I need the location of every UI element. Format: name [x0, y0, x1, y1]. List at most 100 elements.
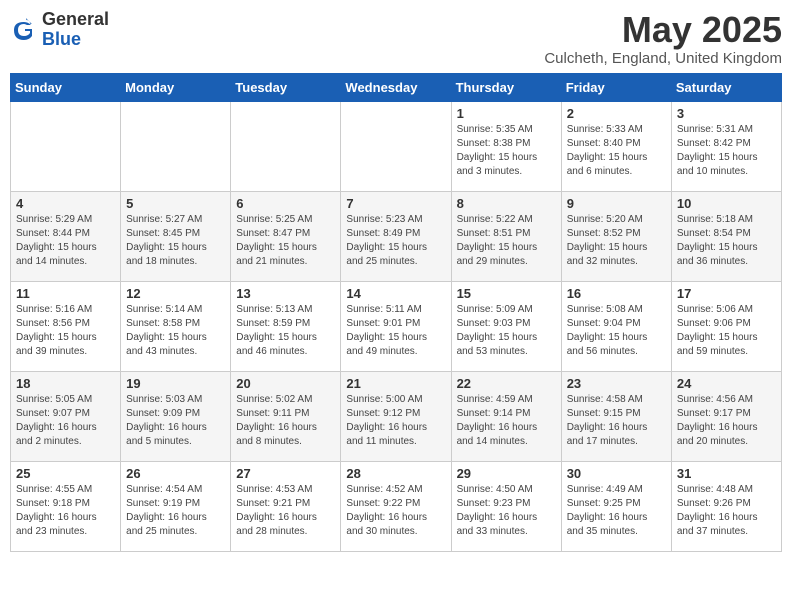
- calendar-cell: 19 Sunrise: 5:03 AM Sunset: 9:09 PM Dayli…: [121, 371, 231, 461]
- day-number: 14: [346, 286, 445, 301]
- page-header: General Blue May 2025 Culcheth, England,…: [10, 10, 782, 67]
- day-info: Sunrise: 5:06 AM Sunset: 9:06 PM Dayligh…: [677, 303, 776, 359]
- calendar-cell: 5Sunrise: 5:27 AM Sunset: 8:45 PM Daylig…: [121, 191, 231, 281]
- calendar-cell: 22 Sunrise: 4:59 AM Sunset: 9:14 PM Dayli…: [451, 371, 561, 461]
- day-number: 16: [567, 286, 666, 301]
- calendar-cell: [121, 101, 231, 191]
- day-info: Sunrise: 4:49 AM Sunset: 9:25 PM Dayligh…: [567, 483, 666, 539]
- day-number: 17: [677, 286, 776, 301]
- day-info: Sunrise: 5:22 AM Sunset: 8:51 PM Dayligh…: [457, 213, 556, 269]
- day-number: 12: [126, 286, 225, 301]
- day-number: 4: [16, 196, 115, 211]
- calendar-cell: 15 Sunrise: 5:09 AM Sunset: 9:03 PM Dayli…: [451, 281, 561, 371]
- calendar-cell: 2 Sunrise: 5:33 AM Sunset: 8:40 PM Daylig…: [561, 101, 671, 191]
- day-number: 31: [677, 466, 776, 481]
- calendar-cell: 12 Sunrise: 5:14 AM Sunset: 8:58 PM Dayli…: [121, 281, 231, 371]
- calendar-cell: 20Sunrise: 5:02 AM Sunset: 9:11 PM Dayli…: [231, 371, 341, 461]
- calendar-week-row: 1 Sunrise: 5:35 AM Sunset: 8:38 PM Daylig…: [11, 101, 782, 191]
- day-number: 1: [457, 106, 556, 121]
- day-number: 2: [567, 106, 666, 121]
- calendar-cell: 7Sunrise: 5:23 AM Sunset: 8:49 PM Daylig…: [341, 191, 451, 281]
- logo: General Blue: [10, 10, 109, 50]
- day-info: Sunrise: 5:05 AM Sunset: 9:07 PM Dayligh…: [16, 393, 115, 449]
- weekday-header-sunday: Sunday: [11, 73, 121, 101]
- calendar-cell: 17 Sunrise: 5:06 AM Sunset: 9:06 PM Dayli…: [671, 281, 781, 371]
- calendar-cell: 28 Sunrise: 4:52 AM Sunset: 9:22 PM Dayli…: [341, 461, 451, 551]
- calendar-cell: 29Sunrise: 4:50 AM Sunset: 9:23 PM Dayli…: [451, 461, 561, 551]
- day-number: 26: [126, 466, 225, 481]
- calendar-cell: 31Sunrise: 4:48 AM Sunset: 9:26 PM Dayli…: [671, 461, 781, 551]
- day-info: Sunrise: 5:11 AM Sunset: 9:01 PM Dayligh…: [346, 303, 445, 359]
- calendar-cell: 25 Sunrise: 4:55 AM Sunset: 9:18 PM Dayli…: [11, 461, 121, 551]
- day-info: Sunrise: 4:59 AM Sunset: 9:14 PM Dayligh…: [457, 393, 556, 449]
- day-info: Sunrise: 5:00 AM Sunset: 9:12 PM Dayligh…: [346, 393, 445, 449]
- day-info: Sunrise: 5:09 AM Sunset: 9:03 PM Dayligh…: [457, 303, 556, 359]
- calendar-cell: 14 Sunrise: 5:11 AM Sunset: 9:01 PM Dayli…: [341, 281, 451, 371]
- day-number: 20: [236, 376, 335, 391]
- location-subtitle: Culcheth, England, United Kingdom: [544, 50, 782, 67]
- calendar-cell: 24 Sunrise: 4:56 AM Sunset: 9:17 PM Dayli…: [671, 371, 781, 461]
- calendar-week-row: 25 Sunrise: 4:55 AM Sunset: 9:18 PM Dayli…: [11, 461, 782, 551]
- weekday-header-friday: Friday: [561, 73, 671, 101]
- day-number: 15: [457, 286, 556, 301]
- calendar-cell: 27 Sunrise: 4:53 AM Sunset: 9:21 PM Dayli…: [231, 461, 341, 551]
- day-info: Sunrise: 5:18 AM Sunset: 8:54 PM Dayligh…: [677, 213, 776, 269]
- weekday-header-monday: Monday: [121, 73, 231, 101]
- day-number: 11: [16, 286, 115, 301]
- weekday-header-tuesday: Tuesday: [231, 73, 341, 101]
- day-number: 30: [567, 466, 666, 481]
- day-info: Sunrise: 4:53 AM Sunset: 9:21 PM Dayligh…: [236, 483, 335, 539]
- day-number: 9: [567, 196, 666, 211]
- day-info: Sunrise: 4:50 AM Sunset: 9:23 PM Dayligh…: [457, 483, 556, 539]
- day-number: 22: [457, 376, 556, 391]
- day-number: 10: [677, 196, 776, 211]
- day-info: Sunrise: 5:25 AM Sunset: 8:47 PM Dayligh…: [236, 213, 335, 269]
- day-number: 18: [16, 376, 115, 391]
- day-info: Sunrise: 4:52 AM Sunset: 9:22 PM Dayligh…: [346, 483, 445, 539]
- calendar-cell: 11 Sunrise: 5:16 AM Sunset: 8:56 PM Dayli…: [11, 281, 121, 371]
- calendar-week-row: 4 Sunrise: 5:29 AM Sunset: 8:44 PM Daylig…: [11, 191, 782, 281]
- day-number: 13: [236, 286, 335, 301]
- day-info: Sunrise: 4:55 AM Sunset: 9:18 PM Dayligh…: [16, 483, 115, 539]
- calendar-table: SundayMondayTuesdayWednesdayThursdayFrid…: [10, 73, 782, 552]
- calendar-cell: [11, 101, 121, 191]
- calendar-cell: 16Sunrise: 5:08 AM Sunset: 9:04 PM Dayli…: [561, 281, 671, 371]
- day-info: Sunrise: 5:13 AM Sunset: 8:59 PM Dayligh…: [236, 303, 335, 359]
- day-number: 8: [457, 196, 556, 211]
- day-number: 19: [126, 376, 225, 391]
- title-block: May 2025 Culcheth, England, United Kingd…: [544, 10, 782, 67]
- weekday-header-thursday: Thursday: [451, 73, 561, 101]
- day-number: 3: [677, 106, 776, 121]
- calendar-cell: 23Sunrise: 4:58 AM Sunset: 9:15 PM Dayli…: [561, 371, 671, 461]
- day-number: 25: [16, 466, 115, 481]
- day-info: Sunrise: 5:35 AM Sunset: 8:38 PM Dayligh…: [457, 123, 556, 179]
- calendar-cell: 26 Sunrise: 4:54 AM Sunset: 9:19 PM Dayli…: [121, 461, 231, 551]
- calendar-cell: 1 Sunrise: 5:35 AM Sunset: 8:38 PM Daylig…: [451, 101, 561, 191]
- day-info: Sunrise: 5:03 AM Sunset: 9:09 PM Dayligh…: [126, 393, 225, 449]
- day-info: Sunrise: 5:33 AM Sunset: 8:40 PM Dayligh…: [567, 123, 666, 179]
- logo-text: General Blue: [42, 10, 109, 50]
- day-info: Sunrise: 4:58 AM Sunset: 9:15 PM Dayligh…: [567, 393, 666, 449]
- calendar-cell: 3 Sunrise: 5:31 AM Sunset: 8:42 PM Daylig…: [671, 101, 781, 191]
- calendar-cell: 18 Sunrise: 5:05 AM Sunset: 9:07 PM Dayli…: [11, 371, 121, 461]
- month-year-title: May 2025: [544, 10, 782, 50]
- day-number: 27: [236, 466, 335, 481]
- day-info: Sunrise: 5:29 AM Sunset: 8:44 PM Dayligh…: [16, 213, 115, 269]
- calendar-cell: 21Sunrise: 5:00 AM Sunset: 9:12 PM Dayli…: [341, 371, 451, 461]
- logo-icon: [10, 16, 38, 44]
- calendar-cell: 6Sunrise: 5:25 AM Sunset: 8:47 PM Daylig…: [231, 191, 341, 281]
- calendar-cell: 13 Sunrise: 5:13 AM Sunset: 8:59 PM Dayli…: [231, 281, 341, 371]
- day-info: Sunrise: 5:16 AM Sunset: 8:56 PM Dayligh…: [16, 303, 115, 359]
- calendar-cell: [341, 101, 451, 191]
- day-info: Sunrise: 5:14 AM Sunset: 8:58 PM Dayligh…: [126, 303, 225, 359]
- day-info: Sunrise: 4:56 AM Sunset: 9:17 PM Dayligh…: [677, 393, 776, 449]
- calendar-cell: 8 Sunrise: 5:22 AM Sunset: 8:51 PM Daylig…: [451, 191, 561, 281]
- calendar-cell: 30 Sunrise: 4:49 AM Sunset: 9:25 PM Dayli…: [561, 461, 671, 551]
- day-info: Sunrise: 5:31 AM Sunset: 8:42 PM Dayligh…: [677, 123, 776, 179]
- calendar-cell: 9 Sunrise: 5:20 AM Sunset: 8:52 PM Daylig…: [561, 191, 671, 281]
- day-info: Sunrise: 5:20 AM Sunset: 8:52 PM Dayligh…: [567, 213, 666, 269]
- day-info: Sunrise: 4:54 AM Sunset: 9:19 PM Dayligh…: [126, 483, 225, 539]
- day-number: 28: [346, 466, 445, 481]
- calendar-week-row: 11 Sunrise: 5:16 AM Sunset: 8:56 PM Dayli…: [11, 281, 782, 371]
- day-number: 24: [677, 376, 776, 391]
